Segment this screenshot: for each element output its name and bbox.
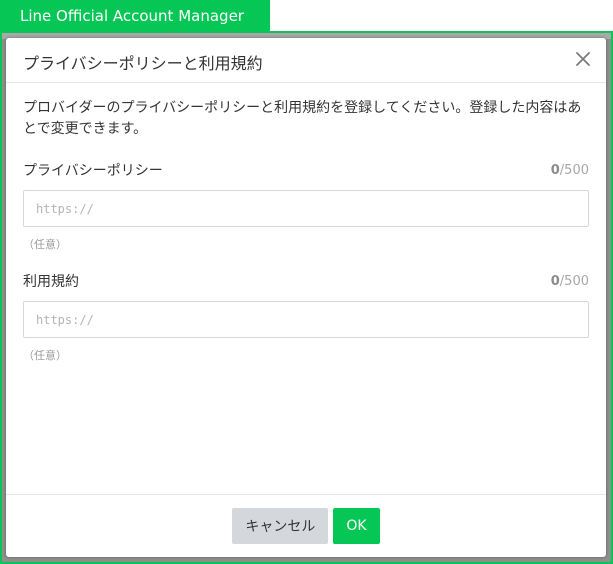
privacy-policy-optional-note: （任意） — [23, 238, 67, 251]
terms-of-use-label: 利用規約 — [23, 274, 79, 290]
dialog-body: プロバイダーのプライバシーポリシーと利用規約を登録してください。登録した内容はあ… — [23, 98, 589, 363]
close-button[interactable] — [574, 50, 592, 68]
app-title-tab: Line Official Account Manager — [0, 0, 270, 32]
cancel-button[interactable]: キャンセル — [232, 508, 329, 544]
ok-button[interactable]: OK — [333, 508, 380, 544]
dialog-description: プロバイダーのプライバシーポリシーと利用規約を登録してください。登録した内容はあ… — [23, 100, 582, 137]
dialog-header: プライバシーポリシーと利用規約 — [6, 38, 606, 83]
close-icon — [576, 52, 590, 66]
app-title: Line Official Account Manager — [20, 7, 244, 25]
terms-of-use-url-input[interactable] — [23, 301, 589, 338]
terms-of-use-field: 利用規約 0/500 （任意） — [23, 271, 589, 363]
dialog-title: プライバシーポリシーと利用規約 — [23, 54, 263, 73]
privacy-policy-count-max: /500 — [559, 162, 589, 178]
terms-of-use-optional-note: （任意） — [23, 349, 67, 362]
privacy-policy-char-counter: 0/500 — [551, 163, 589, 178]
dialog-footer: キャンセル OK — [6, 494, 606, 557]
privacy-policy-label: プライバシーポリシー — [23, 163, 163, 179]
terms-of-use-field-header: 利用規約 0/500 — [23, 271, 589, 291]
privacy-policy-field: プライバシーポリシー 0/500 （任意） — [23, 160, 589, 252]
privacy-policy-count-current: 0 — [550, 162, 560, 178]
privacy-policy-url-input[interactable] — [23, 190, 589, 227]
privacy-policy-field-header: プライバシーポリシー 0/500 — [23, 160, 589, 180]
terms-of-use-count-current: 0 — [550, 273, 560, 289]
terms-of-use-char-counter: 0/500 — [551, 274, 589, 289]
terms-of-use-count-max: /500 — [559, 273, 589, 289]
privacy-terms-dialog: プライバシーポリシーと利用規約 プロバイダーのプライバシーポリシーと利用規約を登… — [6, 38, 606, 557]
